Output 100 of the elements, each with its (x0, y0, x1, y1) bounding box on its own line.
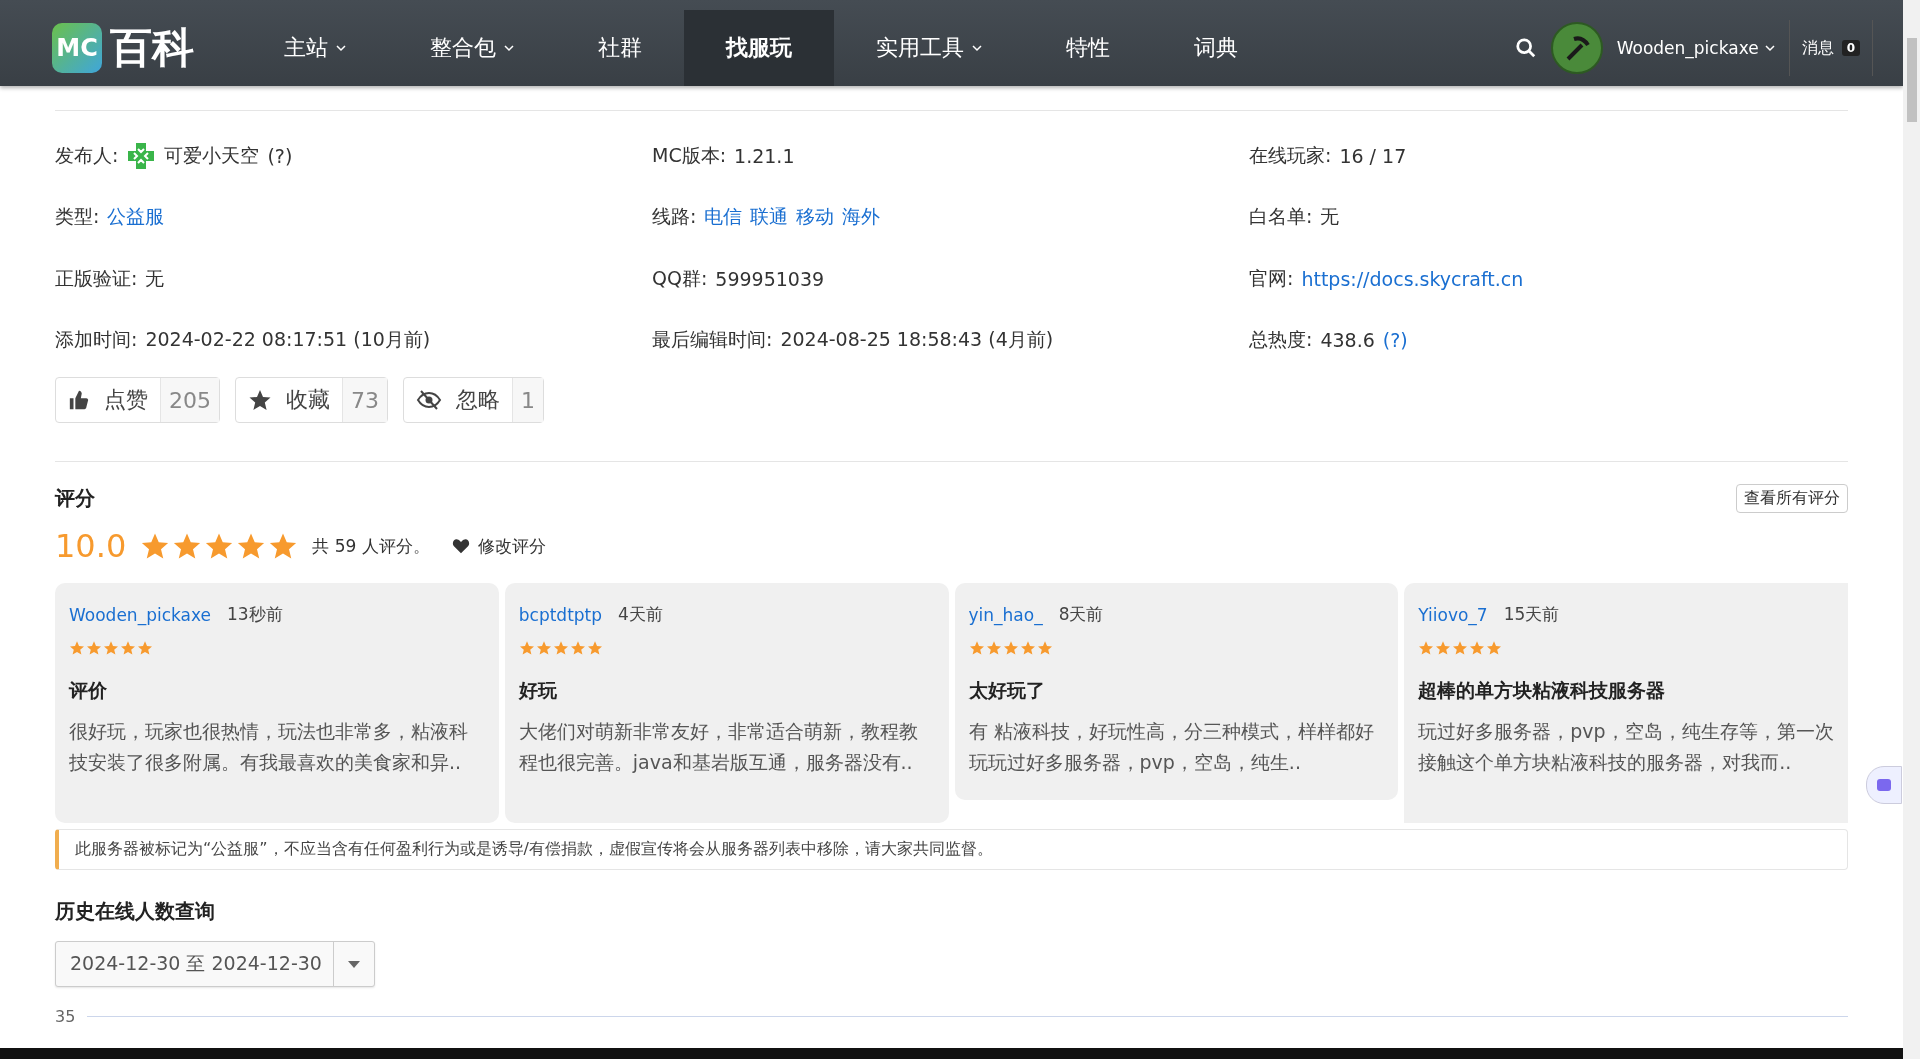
field-label: 白名单: (1249, 204, 1313, 230)
view-all-ratings-button[interactable]: 查看所有评分 (1736, 484, 1848, 513)
nav-tab[interactable]: 找服玩 (684, 10, 834, 86)
star-icon (137, 640, 153, 656)
field-link[interactable]: 公益服 (107, 204, 165, 231)
field-label: 总热度: (1249, 327, 1313, 353)
reviewer-link[interactable]: yin_hao_ (968, 604, 1043, 625)
review-title: 超棒的单方块粘液科技服务器 (1418, 678, 1667, 703)
review-text: 玩过好多服务器，pvp，空岛，纯生存等，第一次接触这个单方块粘液科技的服务器，对我而.. (1418, 719, 1834, 775)
star-icon (1019, 640, 1036, 656)
field-value: 438.6 (1320, 329, 1375, 352)
field-value: (?) (267, 144, 293, 167)
review-title: 太好玩了 (968, 678, 1046, 703)
review-time: 8天前 (1058, 603, 1104, 626)
heart-icon (451, 538, 470, 554)
nav-tab[interactable]: 特性 (1024, 10, 1152, 86)
star-icon (569, 640, 586, 656)
star-icon (586, 640, 603, 656)
floating-widget-icon[interactable] (1866, 766, 1902, 804)
field-label: 添加时间: (55, 327, 138, 353)
field-value: 2024-02-22 08:17:51 (10月前) (145, 327, 431, 353)
field-value: 16 / 17 (1339, 144, 1407, 167)
field-label: 类型: (55, 204, 100, 230)
nav-tab[interactable]: 主站 (242, 10, 388, 86)
rating-score: 10.0 (55, 527, 127, 565)
reviewer-link[interactable]: bcptdtptp (518, 604, 603, 625)
chevron-down-icon (504, 44, 514, 52)
star-icon (985, 640, 1002, 656)
star-icon (103, 640, 119, 656)
logo-text[interactable]: 百科 (110, 20, 194, 76)
search-icon[interactable] (1514, 37, 1537, 59)
nav-tab[interactable]: 实用工具 (834, 10, 1024, 86)
action-button[interactable]: 收藏 73 (235, 377, 388, 423)
star-icon (518, 640, 535, 656)
user-avatar[interactable] (1550, 22, 1603, 74)
messages-link[interactable]: 消息 0 (1788, 20, 1873, 76)
field-label: 正版验证: (55, 265, 138, 291)
section-title: 历史在线人数查询 (55, 898, 216, 925)
field-value: 可爱小天空 (164, 142, 260, 168)
field-link[interactable]: https://docs.skycraft.cn (1301, 267, 1524, 290)
star-icon (535, 640, 552, 656)
notice-text: 此服务器被标记为“公益服”，不应当含有任何盈利行为或是诱导/有偿捐款，虚假宣传将会从服务器列表中移除，请大家共同监督。 (55, 829, 1848, 870)
field-label: 官网: (1249, 265, 1294, 291)
field-label: MC版本: (652, 142, 727, 168)
field-link[interactable]: (?) (1382, 329, 1408, 352)
action-button[interactable]: 忽略 1 (403, 377, 544, 423)
star-icon (552, 640, 569, 656)
nav-tab[interactable]: 社群 (556, 10, 684, 86)
review-title: 评价 (69, 678, 108, 703)
star-icon (1002, 640, 1019, 656)
star-icon (248, 388, 272, 412)
nav-tab[interactable]: 整合包 (388, 10, 556, 86)
field-label: 线路: (652, 204, 697, 230)
scrollbar[interactable] (1903, 0, 1920, 1059)
field-link[interactable]: 电信 (704, 204, 743, 231)
chevron-down-icon (1764, 44, 1775, 52)
star-icon (1486, 640, 1503, 656)
chevron-down-icon (972, 44, 982, 52)
star-icon (69, 640, 85, 656)
field-label: 发布人: (55, 142, 119, 168)
action-button[interactable]: 点赞 205 (55, 377, 220, 423)
star-icon (1469, 640, 1486, 656)
star-icon (1418, 640, 1435, 656)
star-icon (1036, 640, 1053, 656)
field-value: 无 (145, 265, 165, 291)
star-icon (968, 640, 985, 656)
field-label: QQ群: (652, 265, 708, 291)
field-link[interactable]: 海外 (842, 204, 881, 231)
review-text: 大佬们对萌新非常友好，非常适合萌新，教程教程也很完善。java和基岩版互通，服务器没有.. (518, 719, 919, 775)
review-time: 4天前 (618, 603, 663, 626)
review-time: 13秒前 (226, 603, 283, 626)
reviewer-link[interactable]: Yiiovo_7 (1418, 604, 1488, 625)
star-icon (120, 640, 136, 656)
user-menu[interactable]: Wooden_pickaxe (1616, 38, 1775, 58)
rating-summary: 共 59 人评分。 (312, 534, 430, 558)
axis-label: 35 (55, 1007, 76, 1026)
field-label: 在线玩家: (1249, 142, 1332, 168)
field-link[interactable]: 联通 (750, 204, 789, 231)
field-label: 最后编辑时间: (652, 327, 773, 353)
field-value: 无 (1320, 204, 1340, 230)
review-time: 15天前 (1503, 603, 1560, 626)
thumbs-up-icon (68, 389, 90, 411)
star-icon (1435, 640, 1452, 656)
caret-icon (348, 960, 360, 968)
star-icon (1452, 640, 1469, 656)
field-link[interactable]: 移动 (796, 204, 835, 231)
eye-slash-icon (416, 389, 442, 411)
chevron-down-icon (336, 44, 346, 52)
edit-rating-link[interactable]: 修改评分 (451, 534, 546, 558)
star-icon (86, 640, 102, 656)
review-title: 好玩 (518, 678, 558, 703)
review-text: 有 粘液科技，好玩性高，分三种模式，样样都好玩玩过好多服务器，pvp，空岛，纯生.. (968, 719, 1375, 775)
field-value: 1.21.1 (734, 144, 795, 167)
field-value: 2024-08-25 18:58:43 (4月前) (780, 327, 1054, 353)
nav-tab[interactable]: 词典 (1152, 10, 1280, 86)
date-range-select[interactable]: 2024-12-30 至 2024-12-30 (55, 941, 375, 987)
review-text: 很好玩，玩家也很热情，玩法也非常多，粘液科技安装了很多附属。有我最喜欢的美食家和异.. (69, 719, 469, 775)
field-value: 599951039 (715, 267, 825, 290)
section-title: 评分 (55, 485, 95, 512)
reviewer-link[interactable]: Wooden_pickaxe (69, 604, 211, 625)
